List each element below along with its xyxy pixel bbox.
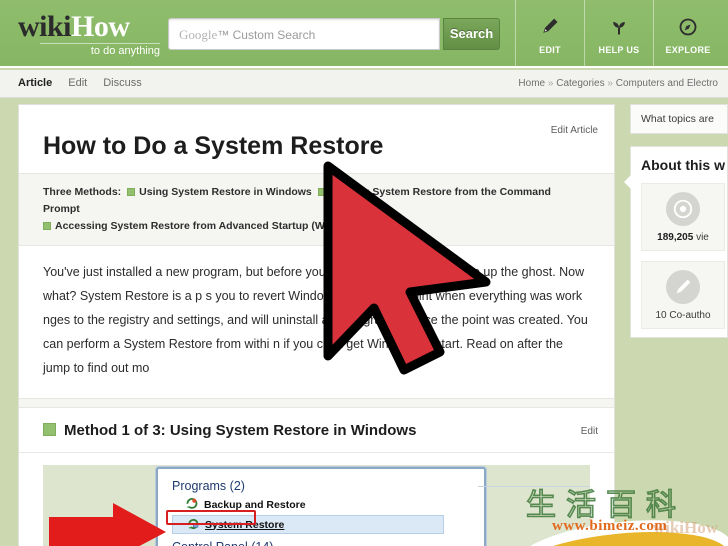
method-section-bullet-icon xyxy=(43,423,56,436)
tab-discuss[interactable]: Discuss xyxy=(103,77,142,89)
sidebar-stat-coauthors-text: 10 Co-autho xyxy=(642,310,724,321)
logo-wiki-text: wiki xyxy=(18,10,72,43)
sprout-icon xyxy=(609,14,629,40)
header-action-help-us-label: HELP US xyxy=(598,44,640,55)
intro-line-6: nges to the xyxy=(43,313,105,327)
edit-article-link[interactable]: Edit Article xyxy=(551,125,598,136)
method-section-edit-link[interactable]: Edit xyxy=(581,426,598,437)
breadcrumb-computers[interactable]: Computers and Electro xyxy=(616,78,718,89)
sidebar-topics-text: What topics are xyxy=(641,113,714,125)
start-menu-item-system-restore[interactable]: System Restore xyxy=(172,515,444,534)
sidebar-stat-views-text: 189,205 vie xyxy=(642,232,724,243)
sidebar-topics-card[interactable]: What topics are xyxy=(630,104,728,134)
wikihow-logo[interactable]: wikiHow to do anything xyxy=(18,12,163,57)
views-count: 189,205 xyxy=(657,232,694,243)
article-main-column: How to Do a System Restore Edit Article … xyxy=(18,104,615,546)
backup-restore-label: Backup and Restore xyxy=(204,498,306,511)
section-divider xyxy=(19,398,614,408)
coauthors-label: Co-autho xyxy=(666,310,711,321)
article-tabbar: Article Edit Discuss Home » Categories »… xyxy=(0,70,728,98)
breadcrumb-separator-1: » xyxy=(547,78,554,89)
method-bullet-1-icon xyxy=(127,188,136,196)
breadcrumb: Home » Categories » Computers and Electr… xyxy=(518,78,718,89)
google-brand-text: Google xyxy=(179,27,218,42)
views-icon xyxy=(666,192,700,226)
search-button[interactable]: Search xyxy=(443,18,500,50)
method-bullet-2-icon xyxy=(317,188,326,196)
method-bullet-3-icon xyxy=(43,222,51,230)
search-tm: ™ xyxy=(217,28,230,42)
right-sidebar: What topics are About this w 189,205 vie… xyxy=(624,104,728,338)
method-link-3[interactable]: Accessing System Restore from Advanced S… xyxy=(55,220,355,232)
breadcrumb-separator-2: » xyxy=(607,78,613,89)
intro-line-8: since the point was xyxy=(408,313,515,327)
wikihow-article-page: wikiHow to do anything Google™ Custom Se… xyxy=(0,0,728,546)
intro-line-5: Windows to a recent point when everythin… xyxy=(288,289,583,303)
logo-wordmark: wikiHow xyxy=(18,12,163,42)
views-label: vie xyxy=(693,232,709,243)
article-title-area: How to Do a System Restore Edit Article xyxy=(19,105,614,161)
search-placeholder: Google™ Custom Search xyxy=(179,27,315,43)
windows-start-menu-content: Programs (2) Backup and Restore System R… xyxy=(158,469,590,546)
red-pointer-arrow-icon xyxy=(49,503,167,546)
intro-line-7: registry and settings, and will uninstal… xyxy=(108,313,406,327)
method-link-1[interactable]: Using System Restore in Windows xyxy=(139,186,312,198)
intro-line-1: You've just installed a new program, but… xyxy=(43,265,326,279)
search-placeholder-rest: Custom Search xyxy=(229,28,316,42)
pencil-icon xyxy=(540,14,560,40)
intro-line-4: s you to revert xyxy=(205,289,285,303)
header-action-explore-label: EXPLORE xyxy=(665,44,711,55)
step-screenshot: Programs (2) Backup and Restore System R… xyxy=(43,465,590,546)
search-input[interactable]: Google™ Custom Search xyxy=(168,18,440,50)
breadcrumb-categories[interactable]: Categories xyxy=(556,78,604,89)
page-title: How to Do a System Restore xyxy=(43,132,384,160)
intro-line-2: it, Windows decides to xyxy=(329,265,454,279)
intro-line-10: n if you can't get xyxy=(272,337,364,351)
sidebar-stat-views: 189,205 vie xyxy=(641,183,725,251)
sidebar-notch-icon xyxy=(624,175,631,189)
header-action-help-us[interactable]: HELP US xyxy=(584,0,653,68)
sidebar-about-title: About this w xyxy=(641,157,725,173)
tab-article[interactable]: Article xyxy=(18,77,52,89)
control-panel-group-label: Control Panel (14) xyxy=(172,540,470,546)
methods-label: Three Methods: xyxy=(43,186,122,198)
system-restore-icon xyxy=(187,517,199,532)
backup-restore-icon xyxy=(186,497,198,512)
methods-summary: Three Methods: Using System Restore in Wi… xyxy=(19,173,614,246)
header-action-explore[interactable]: EXPLORE xyxy=(653,0,722,68)
header-action-edit-label: EDIT xyxy=(539,44,561,55)
site-header: wikiHow to do anything Google™ Custom Se… xyxy=(0,0,728,68)
coauthors-count: 10 xyxy=(655,310,667,321)
header-actions: EDIT HELP US EXPLORE xyxy=(515,0,722,68)
header-action-edit[interactable]: EDIT xyxy=(515,0,584,68)
start-menu-item-backup[interactable]: Backup and Restore xyxy=(172,497,470,512)
windows-start-menu-panel: Programs (2) Backup and Restore System R… xyxy=(156,467,590,546)
method-section-title: Method 1 of 3: Using System Restore in W… xyxy=(64,422,417,439)
programs-group-label: Programs (2) xyxy=(172,479,590,493)
logo-tagline: to do anything xyxy=(40,43,160,57)
system-restore-label: System Restore xyxy=(205,518,285,531)
pencil-circle-icon xyxy=(666,270,700,304)
article-tabs: Article Edit Discuss xyxy=(18,77,142,89)
tab-edit[interactable]: Edit xyxy=(68,77,87,89)
article-intro-paragraph: You've just installed a new program, but… xyxy=(19,246,614,398)
method-section-heading: Method 1 of 3: Using System Restore in W… xyxy=(19,408,614,453)
sidebar-about-card: About this w 189,205 vie 10 Co-autho xyxy=(624,146,728,338)
breadcrumb-home[interactable]: Home xyxy=(518,78,545,89)
sidebar-stat-coauthors: 10 Co-autho xyxy=(641,261,725,329)
compass-icon xyxy=(678,14,698,40)
watermark-ghost-text: wikiHow xyxy=(652,518,718,537)
logo-how-text: How xyxy=(71,10,130,43)
